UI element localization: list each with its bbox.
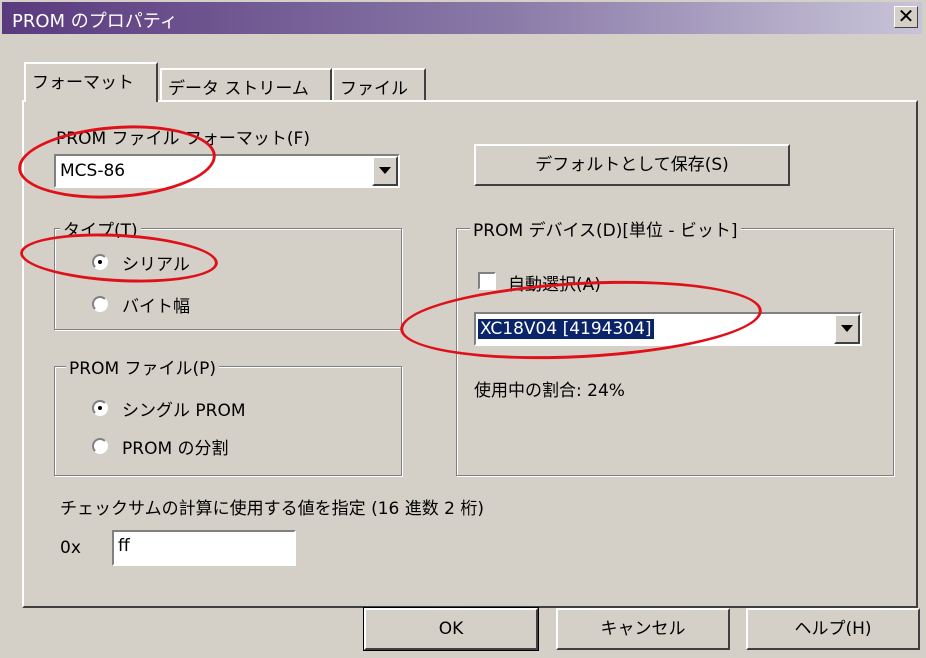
type-serial-label: シリアル: [122, 255, 190, 275]
split-prom-label: PROM の分割: [122, 439, 229, 459]
single-prom-radio[interactable]: [92, 400, 108, 416]
tab-file[interactable]: ファイル: [332, 68, 426, 100]
split-prom-radio[interactable]: [92, 438, 108, 454]
tab-file-label: ファイル: [340, 79, 408, 99]
save-default-label: デフォルトとして保存(S): [535, 155, 729, 175]
checksum-value: ff: [118, 536, 130, 556]
title-bar[interactable]: PROM のプロパティ ✕: [2, 2, 922, 34]
checksum-label: チェックサムの計算に使用する値を指定 (16 進数 2 桁): [60, 499, 484, 519]
tab-data-stream-label: データ ストリーム: [168, 79, 309, 99]
type-serial-radio[interactable]: [92, 254, 108, 270]
prom-device-group-legend: PROM デバイス(D)[単位 - ビット]: [470, 216, 741, 241]
cancel-button[interactable]: キャンセル: [556, 608, 730, 650]
device-select[interactable]: XC18V04 [4194304]: [474, 312, 862, 346]
tab-format[interactable]: フォーマット: [24, 62, 158, 102]
auto-select-checkbox[interactable]: [478, 272, 496, 290]
help-button[interactable]: ヘルプ(H): [746, 608, 920, 650]
prom-file-group-legend: PROM ファイル(P): [66, 354, 220, 379]
type-group: [54, 228, 402, 330]
format-value: MCS-86: [60, 161, 126, 181]
type-bytewide-radio[interactable]: [92, 296, 108, 312]
close-button[interactable]: ✕: [894, 6, 918, 28]
device-value-wrap: XC18V04 [4194304]: [478, 319, 654, 339]
type-group-legend: タイプ(T): [60, 216, 141, 241]
cancel-label: キャンセル: [600, 619, 686, 639]
checksum-input[interactable]: ff: [112, 530, 296, 566]
single-prom-label: シングル PROM: [122, 401, 246, 421]
tab-data-stream[interactable]: データ ストリーム: [160, 68, 332, 100]
window-title: PROM のプロパティ: [12, 11, 178, 32]
format-dropdown-button[interactable]: [372, 156, 398, 186]
close-icon: ✕: [897, 4, 915, 28]
usage-text: 使用中の割合: 24%: [474, 381, 625, 401]
checksum-prefix: 0x: [60, 538, 81, 558]
prom-properties-dialog: PROM のプロパティ ✕ フォーマット データ ストリーム ファイル PROM…: [0, 0, 926, 658]
save-default-button[interactable]: デフォルトとして保存(S): [474, 144, 790, 186]
tab-format-label: フォーマット: [32, 73, 134, 93]
prom-device-group: [456, 228, 894, 476]
chevron-down-icon: [841, 325, 853, 332]
ok-button[interactable]: OK: [363, 607, 539, 651]
auto-select-label: 自動選択(A): [508, 275, 601, 295]
help-label: ヘルプ(H): [794, 619, 872, 639]
format-select[interactable]: MCS-86: [54, 154, 400, 188]
format-label: PROM ファイル フォーマット(F): [56, 129, 310, 149]
device-dropdown-button[interactable]: [834, 314, 860, 344]
prom-file-group: [54, 366, 402, 476]
type-bytewide-label: バイト幅: [122, 297, 190, 317]
chevron-down-icon: [379, 167, 391, 174]
ok-label: OK: [438, 619, 464, 639]
device-value: XC18V04 [4194304]: [478, 319, 654, 339]
